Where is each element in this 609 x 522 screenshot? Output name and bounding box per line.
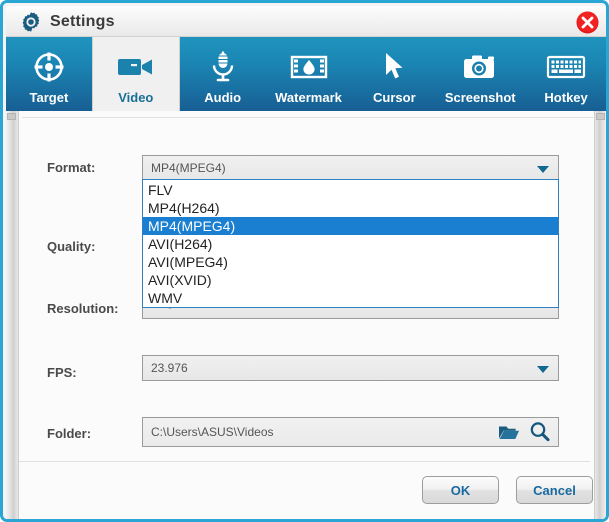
dropdown-option[interactable]: MP4(H264) (143, 199, 558, 217)
dropdown-option[interactable]: AVI(XVID) (143, 271, 558, 289)
format-dropdown-list[interactable]: FLV MP4(H264) MP4(MPEG4) AVI(H264) AVI(M… (142, 179, 559, 308)
folder-browse-button[interactable] (498, 422, 520, 442)
quality-label: Quality: (47, 239, 95, 254)
tab-label: Audio (204, 90, 241, 105)
video-camera-icon (116, 49, 156, 85)
folder-label: Folder: (47, 426, 91, 441)
watermark-icon (290, 49, 328, 85)
dropdown-option[interactable]: AVI(H264) (143, 235, 558, 253)
close-button[interactable] (576, 11, 599, 34)
tab-screenshot[interactable]: Screenshot (437, 37, 523, 111)
microphone-icon (207, 49, 239, 85)
chevron-down-icon (537, 166, 549, 173)
chevron-down-icon (537, 366, 549, 373)
tab-label: Cursor (373, 90, 416, 105)
tab-label: Target (30, 90, 69, 105)
dropdown-option-selected[interactable]: MP4(MPEG4) (143, 217, 558, 235)
tab-target[interactable]: Target (6, 37, 92, 111)
folder-open-icon (498, 422, 520, 442)
tab-label: Watermark (275, 90, 342, 105)
fps-select[interactable]: 23.976 (142, 355, 559, 381)
title-bar: Settings (6, 6, 609, 37)
left-edge-scrollstrip[interactable] (6, 111, 19, 519)
right-edge-scrollstrip[interactable] (594, 111, 607, 519)
gear-icon (20, 11, 42, 33)
target-icon (32, 49, 66, 85)
keyboard-icon (546, 49, 586, 85)
cursor-arrow-icon (381, 49, 407, 85)
fps-label: FPS: (47, 365, 77, 380)
tab-video[interactable]: Video (92, 37, 180, 111)
close-icon (576, 11, 599, 34)
settings-window: Settings Target (0, 0, 609, 522)
tab-label: Hotkey (544, 90, 587, 105)
camera-icon (461, 49, 499, 85)
fps-value: 23.976 (151, 361, 188, 375)
folder-search-button[interactable] (529, 421, 550, 442)
tab-hotkey[interactable]: Hotkey (523, 37, 609, 111)
folder-path-value: C:\Users\ASUS\Videos (151, 425, 274, 439)
ok-button[interactable]: OK (422, 476, 499, 504)
dropdown-option[interactable]: WMV (143, 289, 558, 307)
resolution-label: Resolution: (47, 301, 119, 316)
tab-toolbar: Target Video (6, 37, 609, 111)
window-title: Settings (50, 11, 115, 33)
dropdown-option[interactable]: AVI(MPEG4) (143, 253, 558, 271)
magnifier-icon (529, 421, 550, 442)
tab-label: Video (118, 90, 153, 105)
format-label: Format: (47, 160, 95, 175)
dropdown-option[interactable]: FLV (143, 181, 558, 199)
folder-path-input[interactable]: C:\Users\ASUS\Videos (142, 417, 559, 447)
tab-cursor[interactable]: Cursor (351, 37, 437, 111)
cancel-button[interactable]: Cancel (516, 476, 593, 504)
right-strip-nub (596, 113, 605, 120)
footer-divider (19, 461, 590, 462)
tab-watermark[interactable]: Watermark (266, 37, 352, 111)
folder-actions (498, 421, 550, 442)
tab-audio[interactable]: Audio (180, 37, 266, 111)
format-value: MP4(MPEG4) (151, 161, 226, 175)
left-strip-nub (7, 113, 16, 120)
tab-label: Screenshot (445, 90, 516, 105)
format-select[interactable]: MP4(MPEG4) (142, 155, 559, 181)
window-frame: Settings Target (0, 0, 609, 522)
